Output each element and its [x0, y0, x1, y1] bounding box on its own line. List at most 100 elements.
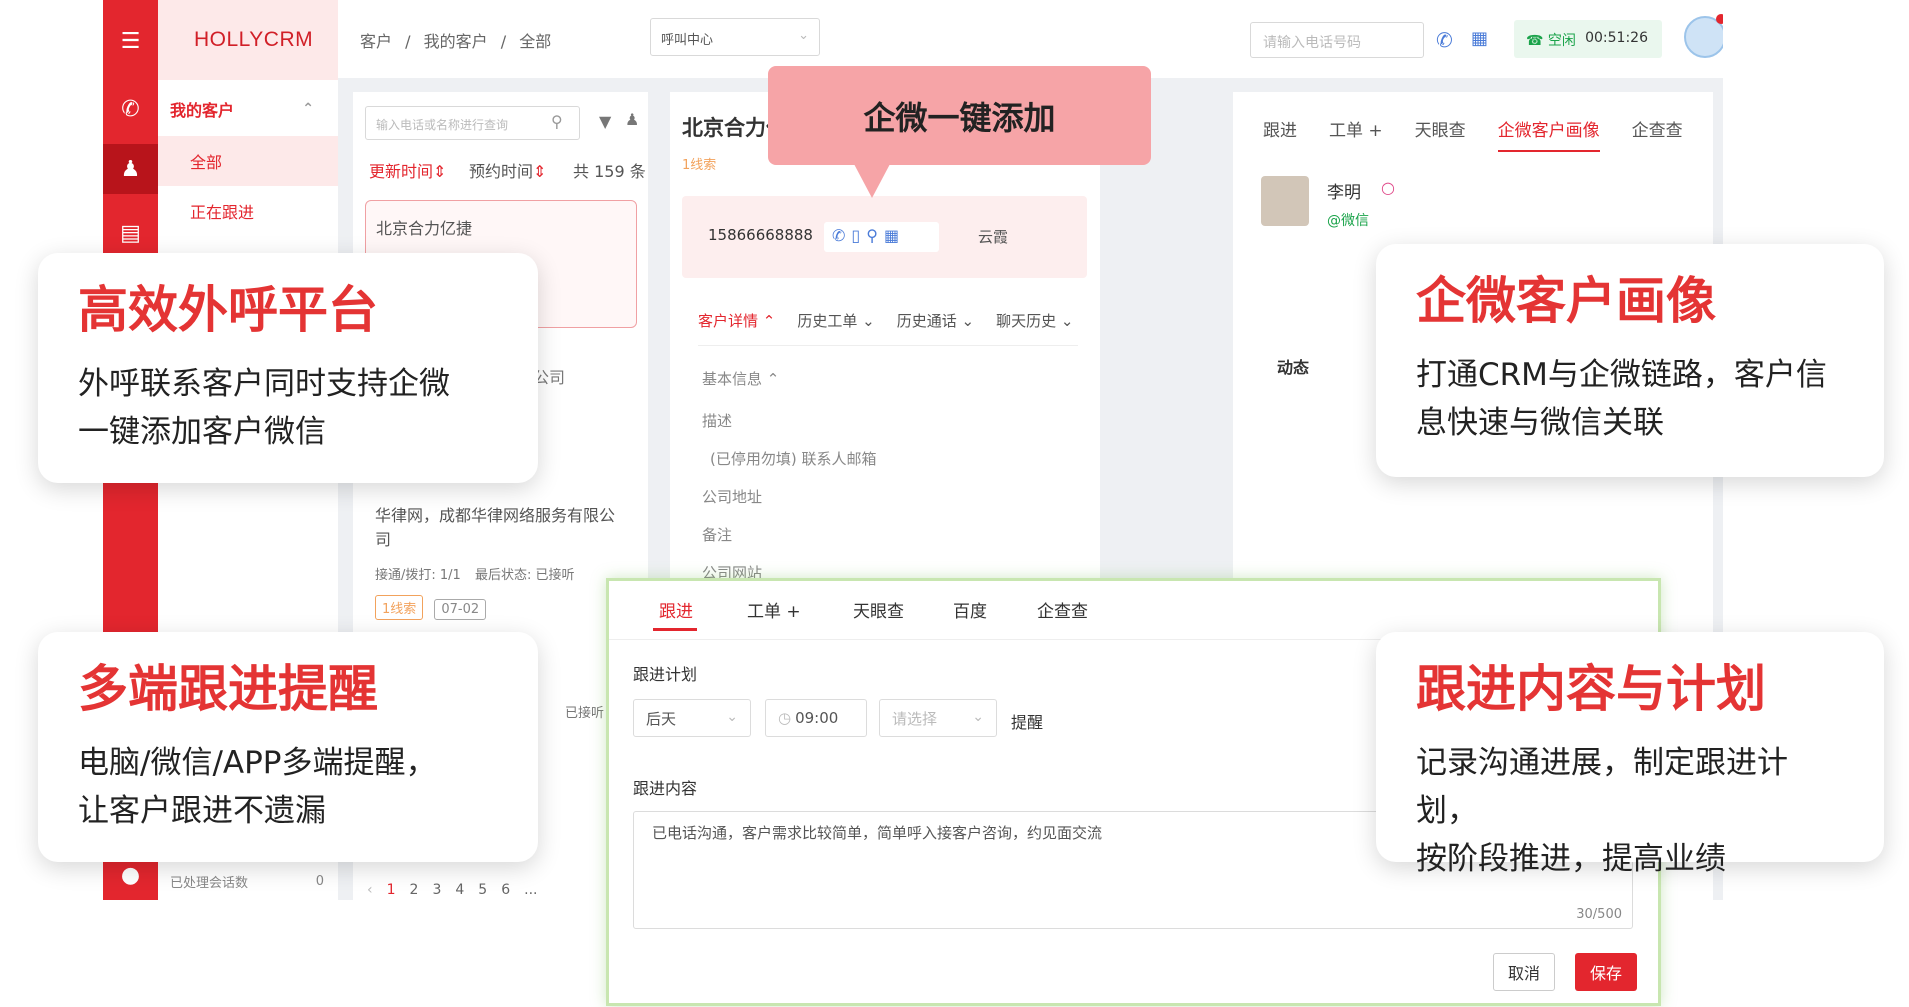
add-wechat-icon[interactable]: ▦	[884, 226, 905, 245]
tab-customer-detail[interactable]: 客户详情 ⌃	[698, 310, 775, 345]
breadcrumb-mine[interactable]: 我的客户	[424, 32, 488, 51]
tab-history-ticket[interactable]: 历史工单 ⌄	[797, 310, 874, 345]
transfer-icon[interactable]: ▦	[1471, 28, 1488, 49]
lead-tag: 1线索	[682, 158, 717, 173]
breadcrumb: 客户 / 我的客户 / 全部	[360, 28, 551, 52]
call-icon[interactable]: ✆	[832, 226, 851, 245]
panel-tab-baidu[interactable]: 百度	[953, 597, 987, 622]
callout-calling-platform: 高效外呼平台 外呼联系客户同时支持企微 一键添加客户微信	[38, 253, 538, 483]
panel-tab-follow-up[interactable]: 跟进	[659, 597, 693, 622]
chat-icon[interactable]: ○	[1381, 178, 1395, 197]
wecom-add-bubble: 企微一键添加	[768, 66, 1151, 165]
tab-chat-history[interactable]: 聊天历史 ⌄	[996, 310, 1073, 345]
panel-tab-ticket[interactable]: 工单 +	[747, 597, 801, 622]
chevron-down-icon: ⌄	[972, 709, 984, 725]
tab-label: 聊天历史	[996, 312, 1057, 330]
plan-time-value: 09:00	[795, 709, 839, 727]
breadcrumb-sep: /	[405, 32, 411, 51]
detail-tabs: 客户详情 ⌃ 历史工单 ⌄ 历史通话 ⌄ 聊天历史 ⌄	[698, 310, 1078, 346]
panel-tab-tianyancha[interactable]: 天眼查	[853, 597, 904, 622]
page-ellipsis: ...	[524, 882, 538, 898]
callout-line: 电脑/微信/APP多端提醒，	[78, 745, 437, 781]
total-suffix: 条	[629, 162, 646, 181]
total-prefix: 共	[573, 162, 590, 181]
tab-qichacha[interactable]: 企查查	[1632, 116, 1683, 152]
filter-icon[interactable]: ▼	[599, 112, 611, 131]
brand-logo: HOLLYCRM	[158, 0, 338, 80]
tab-wecom-portrait[interactable]: 企微客户画像	[1497, 116, 1600, 152]
tab-label: 客户详情	[698, 312, 759, 330]
menu-icon[interactable]: ☰	[103, 16, 158, 66]
save-button[interactable]: 保存	[1575, 953, 1637, 991]
plan-time-picker[interactable]: ◷ 09:00	[765, 699, 867, 737]
callout-title: 多端跟进提醒	[78, 660, 378, 718]
page-link[interactable]: 4	[455, 882, 464, 898]
callout-title: 高效外呼平台	[78, 281, 378, 339]
phone-location: 云霞	[978, 228, 1009, 246]
page-link[interactable]: 1	[387, 882, 396, 898]
page-link[interactable]: 6	[501, 882, 510, 898]
callout-line: 外呼联系客户同时支持企微	[78, 366, 450, 402]
plan-day-select[interactable]: 后天 ⌄	[633, 699, 751, 737]
bubble-tail	[854, 164, 890, 198]
processed-sessions-row: 已处理会话数 0	[158, 856, 338, 900]
list-item[interactable]: 华律网，成都华律网络服务有限公司 接通/拨打: 1/1 最后状态: 已接听 1线…	[365, 492, 637, 622]
contact-avatar	[1261, 176, 1309, 226]
prev-page-icon[interactable]: ‹	[367, 882, 373, 898]
right-tabs: 跟进 工单 + 天眼查 企微客户画像 企查查	[1263, 116, 1683, 152]
clipboard-icon[interactable]: ▤	[103, 208, 158, 258]
chevron-up-icon: ⌃	[302, 101, 314, 117]
agent-status-badge[interactable]: ☎ 空闲 00:51:26	[1514, 20, 1662, 58]
nav-item-following-label: 正在跟进	[190, 203, 255, 222]
phone-status-icon: ☎	[1526, 33, 1544, 49]
user-icon[interactable]: ♟	[625, 110, 639, 129]
char-counter: 30/500	[1576, 907, 1622, 922]
search-icon[interactable]: ⚲	[551, 112, 563, 131]
field-label: (已停用勿填) 联系人邮箱	[710, 450, 877, 468]
callout-line: 一键添加客户微信	[78, 414, 326, 450]
panel-tab-qichacha[interactable]: 企查查	[1037, 597, 1088, 622]
page-link[interactable]: 3	[432, 882, 441, 898]
customer-icon[interactable]: ♟	[103, 144, 158, 194]
wechat-search-icon[interactable]: ⚲	[866, 226, 884, 245]
list-item-state: 已接听	[565, 706, 605, 721]
pagination: ‹ 1 2 3 4 5 6 ...	[367, 882, 538, 898]
customer-search-input[interactable]: 输入电话或名称进行查询	[365, 106, 580, 140]
call-center-select[interactable]: 呼叫中心 ⌄	[650, 18, 820, 56]
tab-tianyancha[interactable]: 天眼查	[1415, 116, 1466, 152]
chevron-down-icon: ⌄	[798, 28, 809, 43]
mobile-icon[interactable]: ▯	[851, 226, 866, 245]
page-link[interactable]: 5	[478, 882, 487, 898]
dial-icon[interactable]: ✆	[1436, 28, 1453, 52]
contact-source: @微信	[1327, 213, 1369, 229]
breadcrumb-root[interactable]: 客户	[360, 32, 392, 51]
callout-line: 打通CRM与企微链路，客户信	[1416, 357, 1827, 393]
sort-appointment-time[interactable]: 预约时间⇕	[469, 158, 546, 182]
callout-line: 按阶段推进，提高业绩	[1416, 841, 1726, 877]
phone-icon[interactable]: ✆	[103, 84, 158, 134]
plan-label: 跟进计划	[633, 665, 698, 684]
nav-my-customers[interactable]: 我的客户 ⌃	[158, 84, 338, 134]
phone-number-input[interactable]: 请输入电话号码	[1250, 22, 1424, 58]
section-basic-info[interactable]: 基本信息 ⌃	[702, 368, 779, 389]
plan-day-value: 后天	[646, 709, 677, 728]
page-link[interactable]: 2	[410, 882, 419, 898]
tab-history-call[interactable]: 历史通话 ⌄	[897, 310, 974, 345]
nav-item-all[interactable]: 全部	[158, 136, 338, 186]
sort-update-time[interactable]: 更新时间⇕	[369, 158, 446, 182]
sort-icon: ⇕	[433, 162, 447, 181]
list-item-name: 华律网，成都华律网络服务有限公司	[375, 506, 616, 549]
nav-item-following[interactable]: 正在跟进	[158, 186, 338, 236]
clock-icon: ◷	[778, 709, 792, 727]
tab-follow-up[interactable]: 跟进	[1263, 116, 1297, 152]
breadcrumb-sep: /	[500, 32, 507, 51]
active-tab-underline	[653, 628, 697, 631]
field-label: 备注	[702, 526, 733, 544]
phone-card: 15866668888 ✆▯⚲▦ 云霞	[682, 196, 1087, 278]
cancel-button[interactable]: 取消	[1493, 953, 1555, 991]
tab-ticket-add[interactable]: 工单 +	[1329, 116, 1383, 152]
processed-sessions-label: 已处理会话数	[170, 875, 249, 891]
remind-select[interactable]: 请选择 ⌄	[879, 699, 997, 737]
field-label: 描述	[702, 412, 733, 430]
call-center-select-value: 呼叫中心	[661, 33, 714, 48]
